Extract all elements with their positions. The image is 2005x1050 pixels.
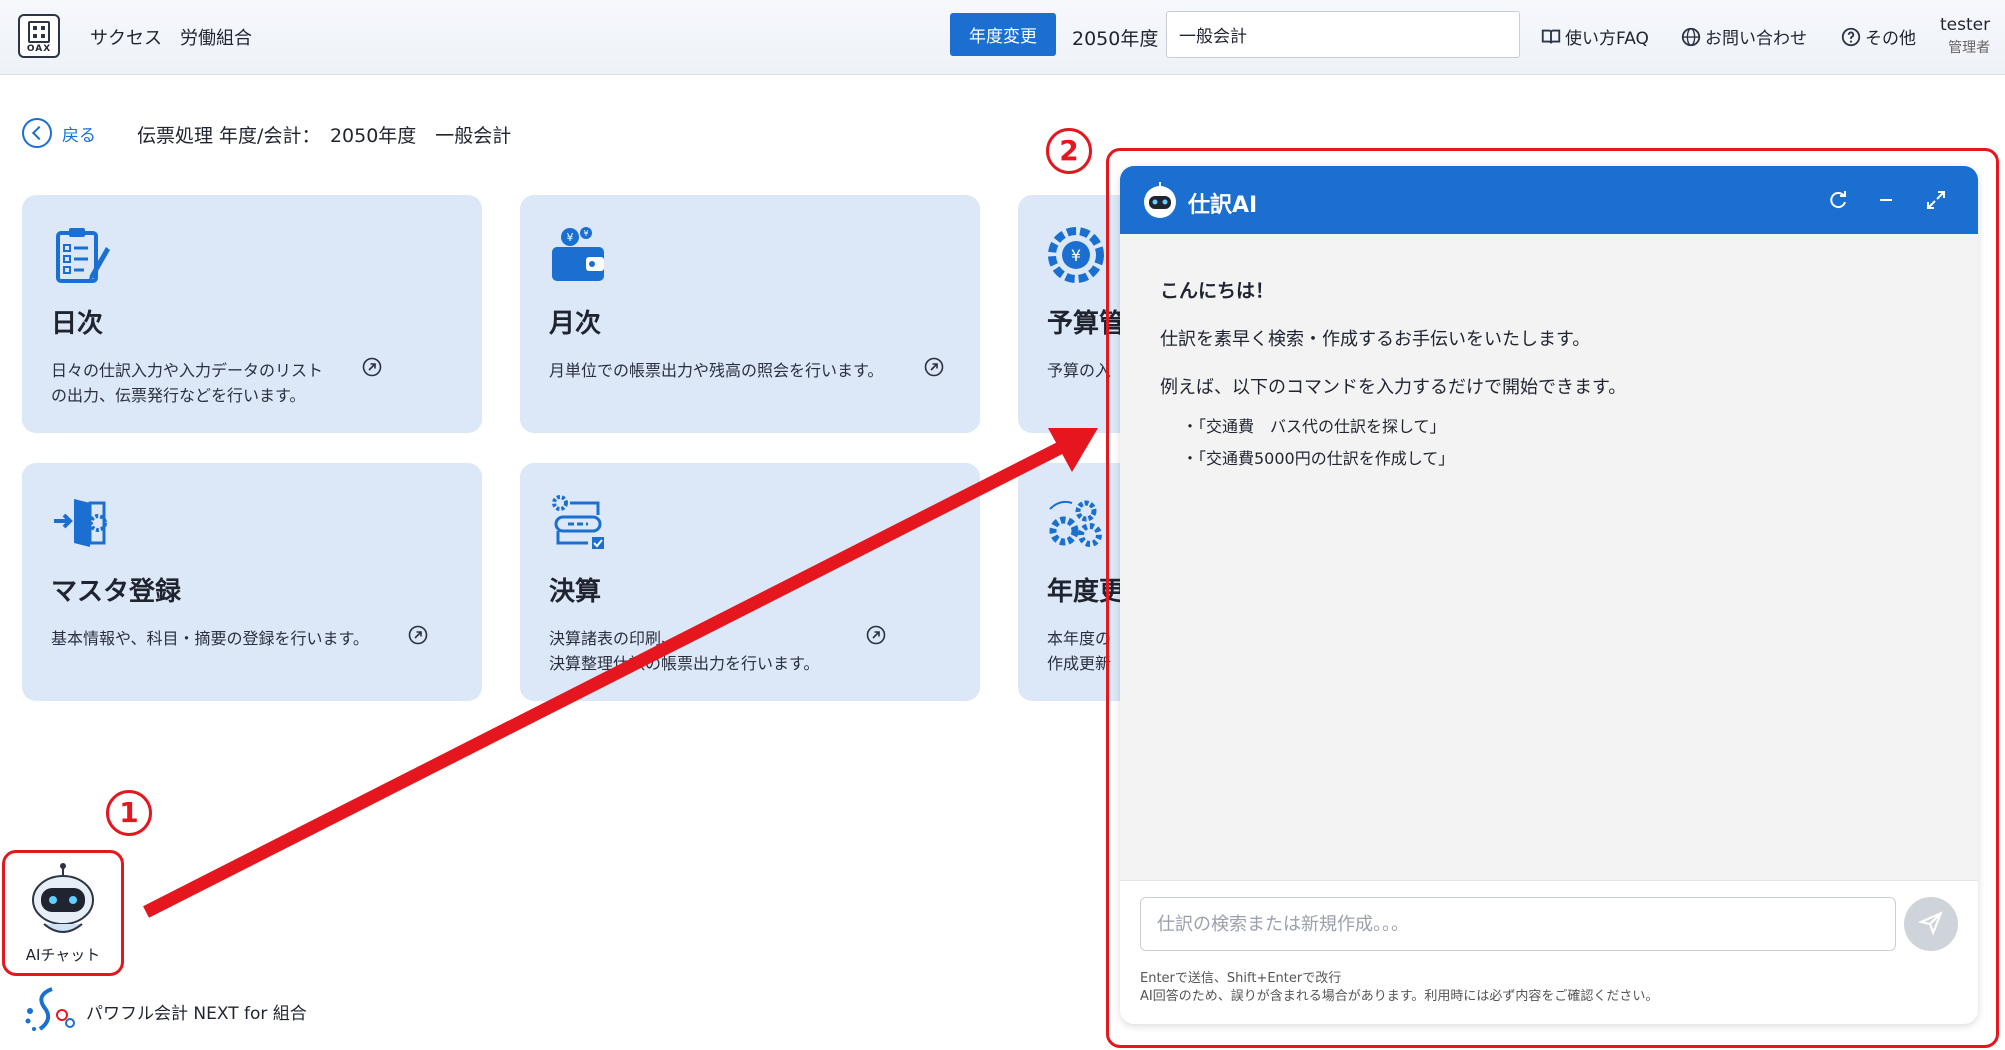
annotation-number-2: 2 (1046, 128, 1092, 174)
launcher-label: AIチャット (25, 946, 101, 964)
annotation-box-chat (1106, 148, 1999, 1048)
robot-icon (32, 863, 94, 933)
ai-chat-launcher[interactable]: AIチャット (6, 852, 120, 976)
product-logo-icon (25, 987, 75, 1031)
annotation-number-1: 1 (106, 790, 152, 836)
product-name: パワフル会計 NEXT for 組合 (86, 1004, 307, 1024)
